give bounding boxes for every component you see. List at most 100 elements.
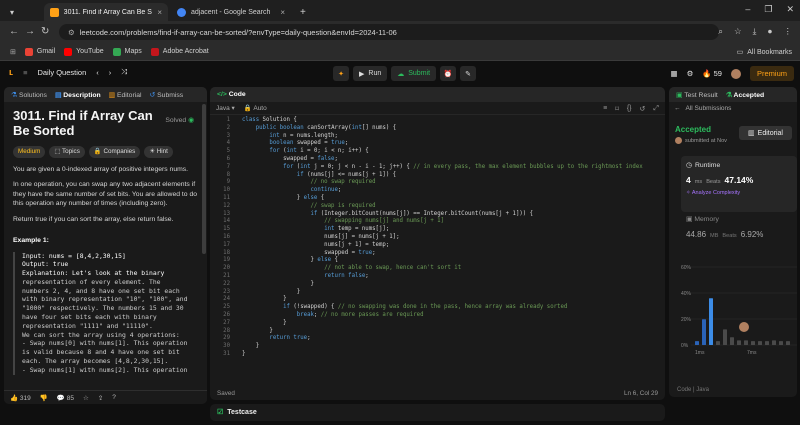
reload-icon[interactable]: ↻: [41, 26, 49, 37]
help-icon[interactable]: ?: [112, 394, 116, 401]
notes-button[interactable]: ✎: [460, 66, 477, 81]
runtime-card[interactable]: ◷ Runtime 4 ms Beats 47.14% ✧ Analyze Comple…: [681, 156, 797, 212]
avatar[interactable]: [730, 68, 741, 79]
memory-card[interactable]: ▣ Memory 44.86 MB Beats 6.92%: [681, 215, 797, 245]
close-icon[interactable]: ×: [157, 8, 162, 17]
code-line[interactable]: 17 nums[j + 1] = temp;: [210, 242, 665, 250]
runtime-distribution-chart[interactable]: 60% 40% 20% 0% 1ms 7ms: [681, 257, 797, 367]
tab-search-button[interactable]: ▾: [4, 3, 28, 21]
new-tab-button[interactable]: +: [294, 3, 312, 21]
all-submissions-link[interactable]: All Submissions: [686, 105, 732, 112]
histogram-bar[interactable]: [751, 341, 755, 345]
code-line[interactable]: 15 int temp = nums[j];: [210, 226, 665, 234]
companies-chip[interactable]: 🔒 Companies: [88, 146, 141, 158]
tab-accepted[interactable]: ⚗ Accepted: [726, 91, 764, 99]
code-line[interactable]: 4 boolean swapped = true;: [210, 140, 665, 148]
premium-button[interactable]: Premium: [749, 66, 794, 81]
problem-list-icon[interactable]: ≡: [23, 68, 27, 77]
my-submission-marker[interactable]: [739, 322, 749, 332]
tab-editorial[interactable]: ▥ Editorial: [109, 91, 142, 99]
code-line[interactable]: 28 }: [210, 328, 665, 336]
submit-button[interactable]: ☁ Submit: [391, 66, 437, 81]
code-line[interactable]: 12 // swap is required: [210, 203, 665, 211]
tab-description[interactable]: ▤ Description: [55, 91, 101, 99]
share-icon[interactable]: ⇪: [98, 394, 103, 402]
code-line[interactable]: 6 swapped = false;: [210, 156, 665, 164]
code-line[interactable]: 9 // no swap required: [210, 179, 665, 187]
bookmark-youtube[interactable]: YouTube: [64, 47, 104, 56]
description-scrollbar[interactable]: [202, 104, 206, 254]
tab-solutions[interactable]: ⚗ Solutions: [11, 91, 47, 99]
histogram-bar[interactable]: [723, 329, 727, 345]
url-field[interactable]: ⚙ leetcode.com/problems/find-if-array-ca…: [59, 24, 719, 40]
timer-button[interactable]: ⏰: [440, 66, 457, 81]
code-line[interactable]: 22 }: [210, 281, 665, 289]
tab-submissions[interactable]: ↺ Submiss: [150, 91, 184, 99]
code-line[interactable]: 14 // swapping nums[j] and nums[j + 1]: [210, 218, 665, 226]
bookmark-maps[interactable]: Maps: [112, 47, 142, 56]
back-arrow-icon[interactable]: ←: [674, 105, 681, 112]
forward-icon[interactable]: →: [25, 26, 35, 37]
histogram-bar[interactable]: [772, 340, 776, 345]
fullscreen-icon[interactable]: ⤢: [653, 105, 659, 113]
browser-tab-google[interactable]: adjacent - Google Search ×: [171, 3, 291, 21]
minimize-icon[interactable]: –: [745, 4, 750, 15]
code-line[interactable]: 23 }: [210, 289, 665, 297]
language-select[interactable]: Java ▾: [216, 104, 235, 112]
dislike-button[interactable]: 👎: [40, 394, 48, 402]
code-line[interactable]: 30 }: [210, 343, 665, 351]
topics-chip[interactable]: ⬚ Topics: [49, 146, 85, 158]
histogram-bar[interactable]: [779, 341, 783, 345]
histogram-bar[interactable]: [695, 341, 699, 345]
site-info-icon[interactable]: ⚙: [68, 28, 75, 37]
testcase-panel[interactable]: ☑ Testcase: [210, 404, 665, 421]
code-line[interactable]: 16 nums[j] = nums[j + 1];: [210, 234, 665, 242]
histogram-bar[interactable]: [716, 341, 720, 345]
code-line[interactable]: 1 class Solution {: [210, 117, 665, 125]
close-window-icon[interactable]: ✕: [786, 4, 794, 15]
histogram-bar[interactable]: [744, 340, 748, 345]
favorite-icon[interactable]: ☆: [83, 394, 89, 402]
reset-icon[interactable]: ↺: [640, 105, 646, 113]
code-line[interactable]: 25 if (!swapped) { // no swapping was do…: [210, 304, 665, 312]
tab-test-result[interactable]: ▣ Test Result: [676, 91, 718, 99]
histogram-bar[interactable]: [702, 319, 706, 345]
tab-code[interactable]: </> Code: [217, 91, 246, 98]
code-line[interactable]: 20 // not able to swap, hence can't sort…: [210, 265, 665, 273]
code-line[interactable]: 26 break; // no more passes are required: [210, 312, 665, 320]
maximize-icon[interactable]: ❐: [764, 4, 772, 15]
code-line[interactable]: 21 return false;: [210, 273, 665, 281]
histogram-bar[interactable]: [709, 298, 713, 345]
histogram-bar[interactable]: [765, 341, 769, 345]
editorial-button[interactable]: ▥ Editorial: [739, 126, 792, 140]
code-line[interactable]: 5 for (int i = 0; i < n; i++) {: [210, 148, 665, 156]
shuffle-icon[interactable]: ⤨: [121, 67, 127, 77]
code-line[interactable]: 3 int n = nums.length;: [210, 133, 665, 141]
code-line[interactable]: 29 return true;: [210, 335, 665, 343]
autocomplete-toggle[interactable]: 🔒 Auto: [244, 104, 267, 112]
code-line[interactable]: 10 continue;: [210, 187, 665, 195]
prev-problem-icon[interactable]: ‹: [96, 68, 99, 77]
bookmark-gmail[interactable]: Gmail: [24, 47, 55, 56]
difficulty-badge[interactable]: Medium: [13, 146, 46, 158]
profile-icon[interactable]: ●: [767, 26, 772, 37]
daily-question-link[interactable]: Daily Question: [37, 68, 86, 77]
all-bookmarks[interactable]: ▭ All Bookmarks: [737, 48, 792, 57]
code-line[interactable]: 11 } else {: [210, 195, 665, 203]
apps-icon[interactable]: ⊞: [10, 48, 16, 56]
run-button[interactable]: ▶ Run: [353, 66, 388, 81]
browser-tab-leetcode[interactable]: 3011. Find if Array Can Be Sorted - Le ×: [44, 3, 168, 21]
back-icon[interactable]: ←: [9, 26, 19, 37]
star-icon[interactable]: ☆: [734, 26, 742, 37]
search-icon[interactable]: ⌕: [718, 26, 723, 37]
code-line[interactable]: 7 for (int j = 0; j < n - i - 1; j++) { …: [210, 164, 665, 172]
bookmark-acrobat[interactable]: Adobe Acrobat: [150, 47, 209, 56]
histogram-bar[interactable]: [786, 341, 790, 345]
code-line[interactable]: 24 }: [210, 296, 665, 304]
comments-button[interactable]: 💬 85: [57, 394, 74, 402]
code-editor[interactable]: 1 class Solution {2 public boolean canSor…: [210, 117, 665, 359]
braces-icon[interactable]: {}: [627, 105, 632, 113]
hint-chip[interactable]: ☀ Hint: [144, 146, 173, 158]
histogram-bar[interactable]: [758, 341, 762, 345]
code-line[interactable]: 19 } else {: [210, 257, 665, 265]
